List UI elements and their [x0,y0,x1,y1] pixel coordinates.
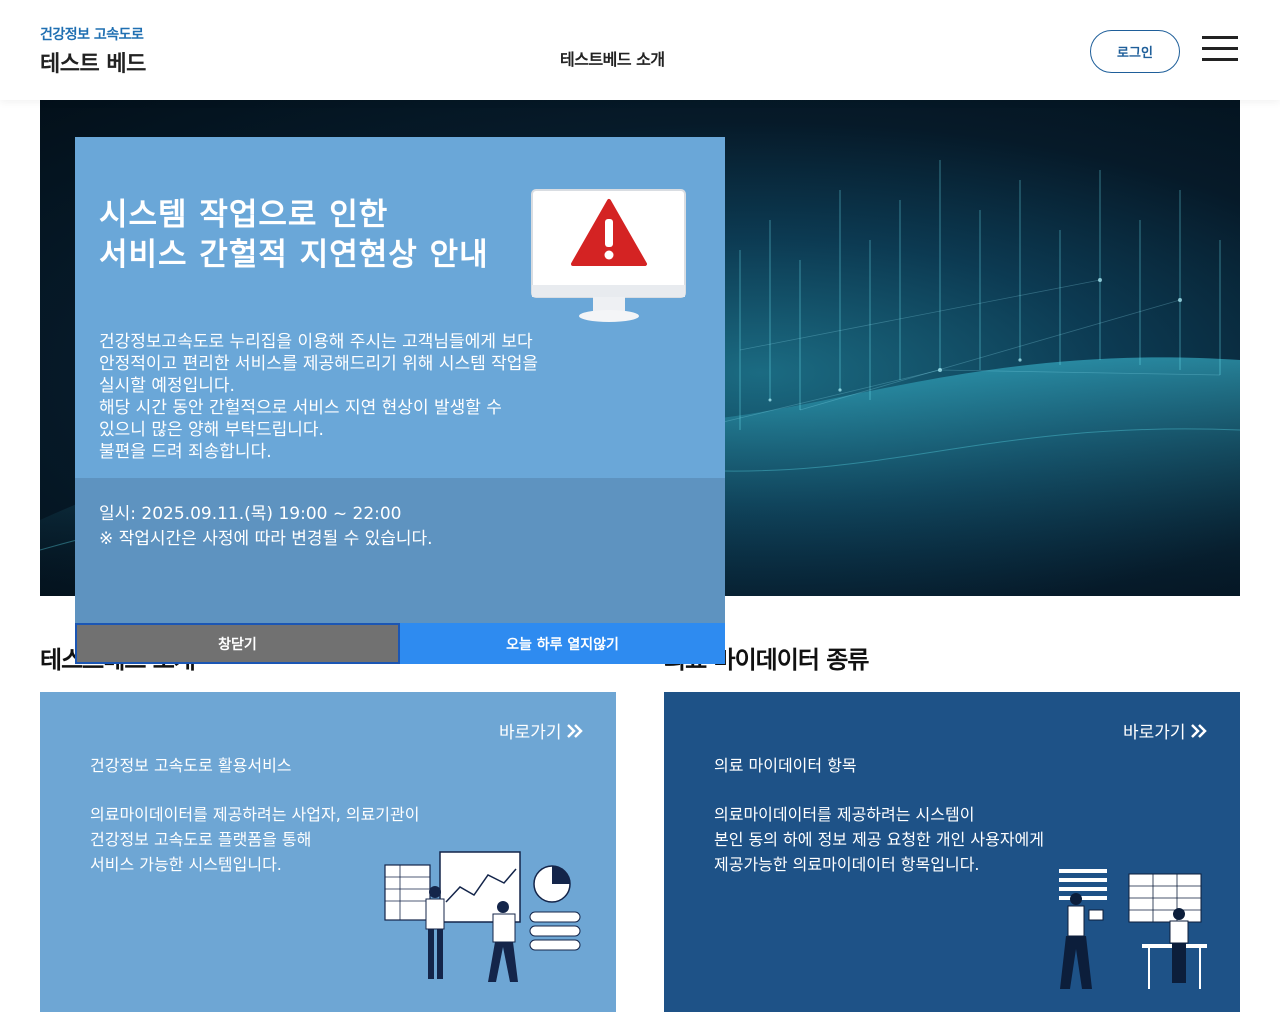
site-header: 건강정보 고속도로 테스트 베드 테스트베드 소개 로그인 [0,0,1280,100]
card-mydata-go-link[interactable]: 바로가기 [1123,718,1208,743]
schedule-date: 일시: 2025.09.11.(목) 19:00 ~ 22:00 [99,504,402,524]
popup-message: 건강정보고속도로 누리집을 이용해 주시는 고객님들에게 보다 안정적이고 편리… [99,332,539,462]
login-button[interactable]: 로그인 [1090,30,1180,73]
warning-monitor-icon [531,189,686,322]
card-title: 의료 마이데이터 항목 [714,756,857,775]
popup-schedule: 일시: 2025.09.11.(목) 19:00 ~ 22:00 ※ 작업시간은… [99,502,433,552]
card-description: 의료마이데이터를 제공하려는 시스템이 본인 동의 하에 정보 제공 요청한 개… [714,805,1045,874]
data-analysis-illustration [384,851,581,982]
presentation-illustration [1059,869,1207,989]
nav-testbed-intro[interactable]: 테스트베드 소개 [560,46,665,70]
popup-close-button[interactable]: 창닫기 [75,623,400,664]
maintenance-notice-popup: 시스템 작업으로 인한 서비스 간헐적 지연현상 안내 건강정보고속도로 누리집… [75,137,725,664]
card-description: 의료마이데이터를 제공하려는 사업자, 의료기관이 건강정보 고속도로 플랫폼을… [90,805,420,874]
logo-title: 테스트 베드 [40,52,146,77]
dont-show-today-button[interactable]: 오늘 하루 열지않기 [400,623,725,664]
logo-subtitle: 건강정보 고속도로 [40,27,144,43]
double-chevron-right-icon [1190,723,1207,738]
card-service-go-link[interactable]: 바로가기 [499,718,584,743]
hamburger-menu-icon[interactable] [1200,34,1240,64]
schedule-note: ※ 작업시간은 사정에 따라 변경될 수 있습니다. [99,529,433,549]
card-title: 건강정보 고속도로 활용서비스 [90,756,292,775]
popup-title: 시스템 작업으로 인한 서비스 간헐적 지연현상 안내 [99,197,489,273]
site-logo[interactable]: 건강정보 고속도로 테스트 베드 [40,24,146,78]
double-chevron-right-icon [566,723,583,738]
